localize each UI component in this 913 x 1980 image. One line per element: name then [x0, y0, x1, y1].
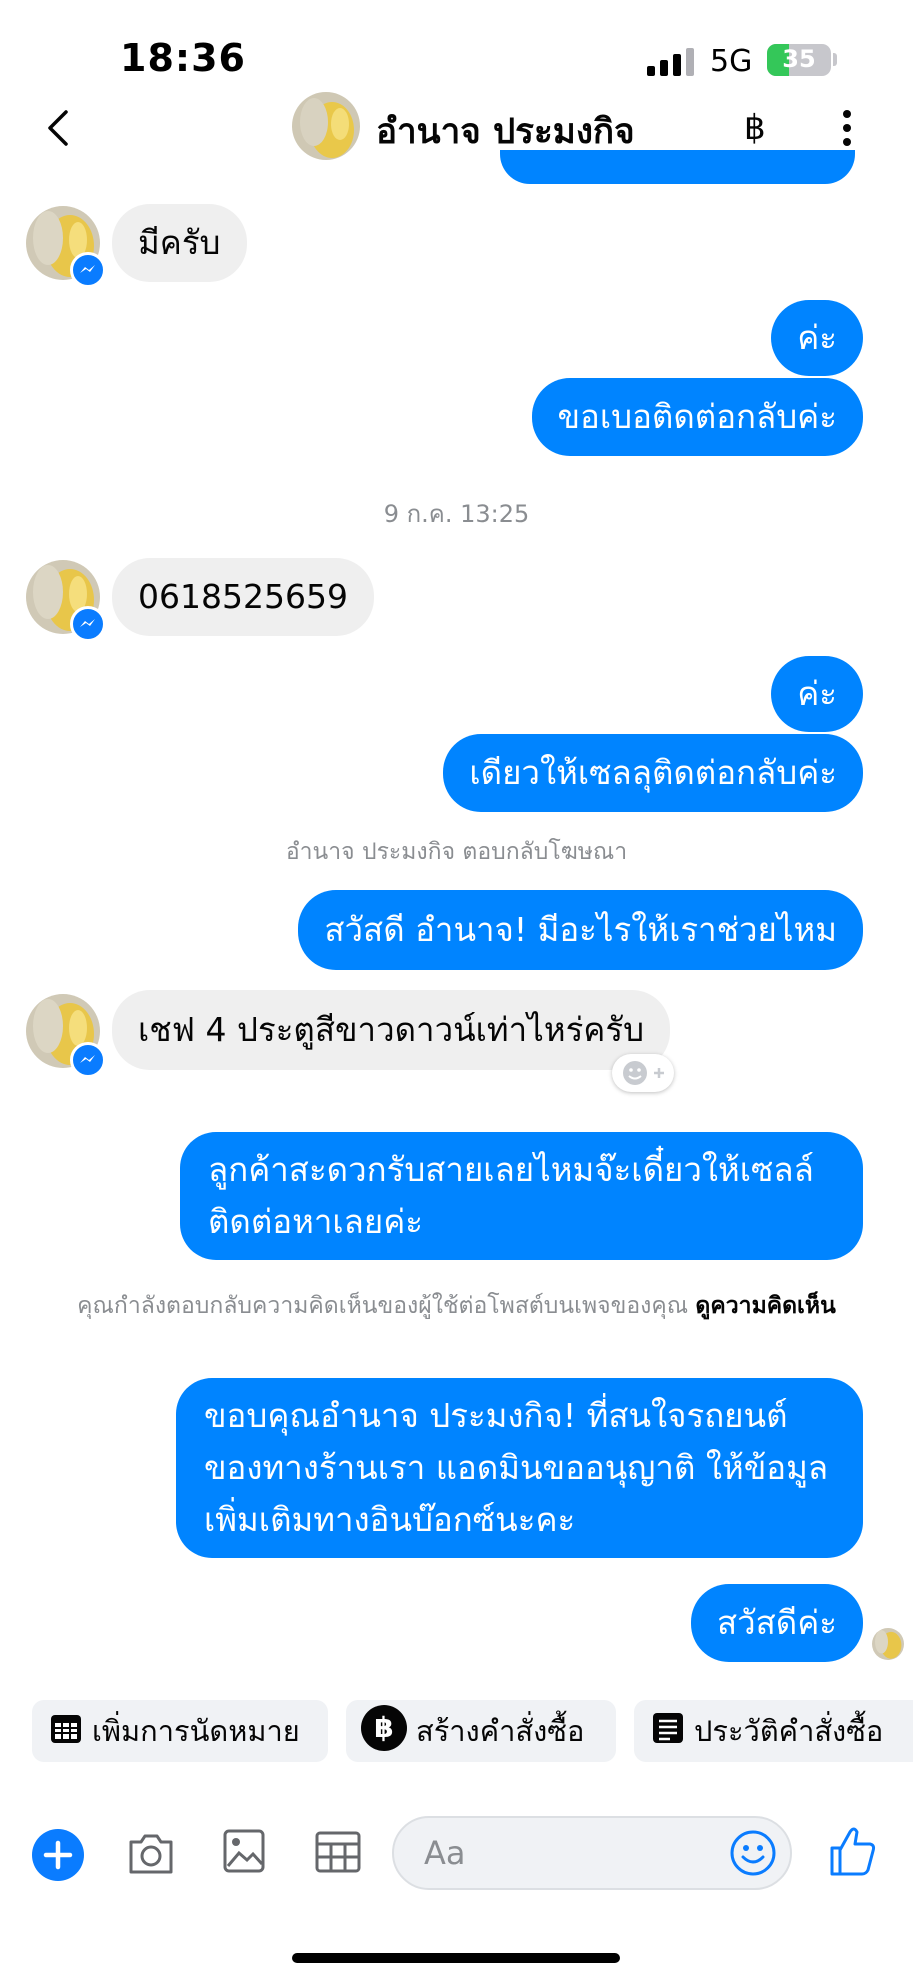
- plus-icon[interactable]: [32, 1829, 84, 1881]
- create-order-button[interactable]: ฿ สร้างคำสั่งซื้อ: [346, 1700, 616, 1762]
- comment-reply-text: คุณกำลังตอบกลับความคิดเห็นของผู้ใช้ต่อโพ…: [77, 1293, 689, 1319]
- message-input[interactable]: Aa: [392, 1816, 792, 1890]
- outgoing-message[interactable]: ค่ะ: [771, 656, 863, 732]
- message-input-placeholder: Aa: [424, 1834, 466, 1872]
- emoji-icon[interactable]: [728, 1828, 778, 1882]
- receipt-icon: [650, 1710, 686, 1753]
- message-timestamp: 9 ก.ค. 13:25: [383, 500, 530, 528]
- outgoing-message[interactable]: สวัสดี อำนาจ! มีอะไรให้เราช่วยไหม: [298, 890, 863, 970]
- outgoing-message[interactable]: ค่ะ: [771, 300, 863, 376]
- seen-avatar: [872, 1628, 904, 1660]
- outgoing-message[interactable]: ขอบคุณอำนาจ ประมงกิจ! ที่สนใจรถยนต์ของทา…: [176, 1378, 863, 1558]
- outgoing-message[interactable]: ขอเบอติดต่อกลับค่ะ: [531, 378, 863, 456]
- add-reaction-button[interactable]: [612, 1054, 674, 1092]
- outgoing-message[interactable]: สวัสดีค่ะ: [690, 1584, 863, 1662]
- back-icon[interactable]: [44, 108, 72, 148]
- messenger-badge-icon: [70, 606, 106, 642]
- battery-percent: 35: [782, 45, 816, 73]
- status-time: 18:36: [120, 36, 246, 80]
- more-options-icon[interactable]: [840, 108, 852, 148]
- home-indicator: [292, 1953, 620, 1963]
- outgoing-message[interactable]: เดียวให้เซลลุติดต่อกลับค่ะ: [443, 734, 863, 812]
- previous-message-bubble: [500, 150, 855, 184]
- baht-icon[interactable]: ฿: [744, 108, 766, 148]
- messenger-badge-icon: [70, 252, 106, 288]
- table-grid-icon[interactable]: [314, 1830, 362, 1878]
- incoming-message[interactable]: 0618525659: [112, 558, 374, 636]
- order-history-button[interactable]: ประวัติคำสั่งซื้อ: [634, 1700, 913, 1762]
- thumbs-up-icon[interactable]: [828, 1824, 878, 1882]
- create-order-label: สร้างคำสั่งซื้อ: [416, 1714, 585, 1748]
- baht-circle-icon: ฿: [360, 1704, 408, 1759]
- ad-reply-notice: อำนาจ ประมงกิจ ตอบกลับโฆษณา: [285, 839, 628, 865]
- smiley-plus-icon: [623, 1061, 664, 1085]
- messenger-badge-icon: [70, 1042, 106, 1078]
- battery-icon: 35: [767, 44, 831, 76]
- comment-reply-notice: คุณกำลังตอบกลับความคิดเห็นของผู้ใช้ต่อโพ…: [40, 1288, 873, 1324]
- network-type: 5G: [710, 44, 753, 79]
- incoming-message[interactable]: มีครับ: [112, 204, 247, 282]
- calendar-icon: [48, 1710, 84, 1753]
- outgoing-message[interactable]: ลูกค้าสะดวกรับสายเลยไหมจ๊ะเดี๋ยวให้เซลล์…: [180, 1132, 863, 1260]
- camera-icon[interactable]: [126, 1830, 176, 1880]
- add-appointment-button[interactable]: เพิ่มการนัดหมาย: [32, 1700, 328, 1762]
- add-appointment-label: เพิ่มการนัดหมาย: [92, 1714, 300, 1748]
- gallery-icon[interactable]: [222, 1828, 266, 1878]
- svg-text:฿: ฿: [374, 1711, 393, 1744]
- contact-avatar[interactable]: [292, 92, 360, 160]
- battery-cap: [833, 53, 837, 66]
- view-comment-link[interactable]: ดูความคิดเห็น: [695, 1293, 835, 1319]
- cellular-signal-icon: [647, 46, 695, 76]
- order-history-label: ประวัติคำสั่งซื้อ: [694, 1714, 884, 1748]
- incoming-message[interactable]: เชฟ 4 ประตูสีขาวดาวน์เท่าไหร่ครับ: [112, 990, 671, 1070]
